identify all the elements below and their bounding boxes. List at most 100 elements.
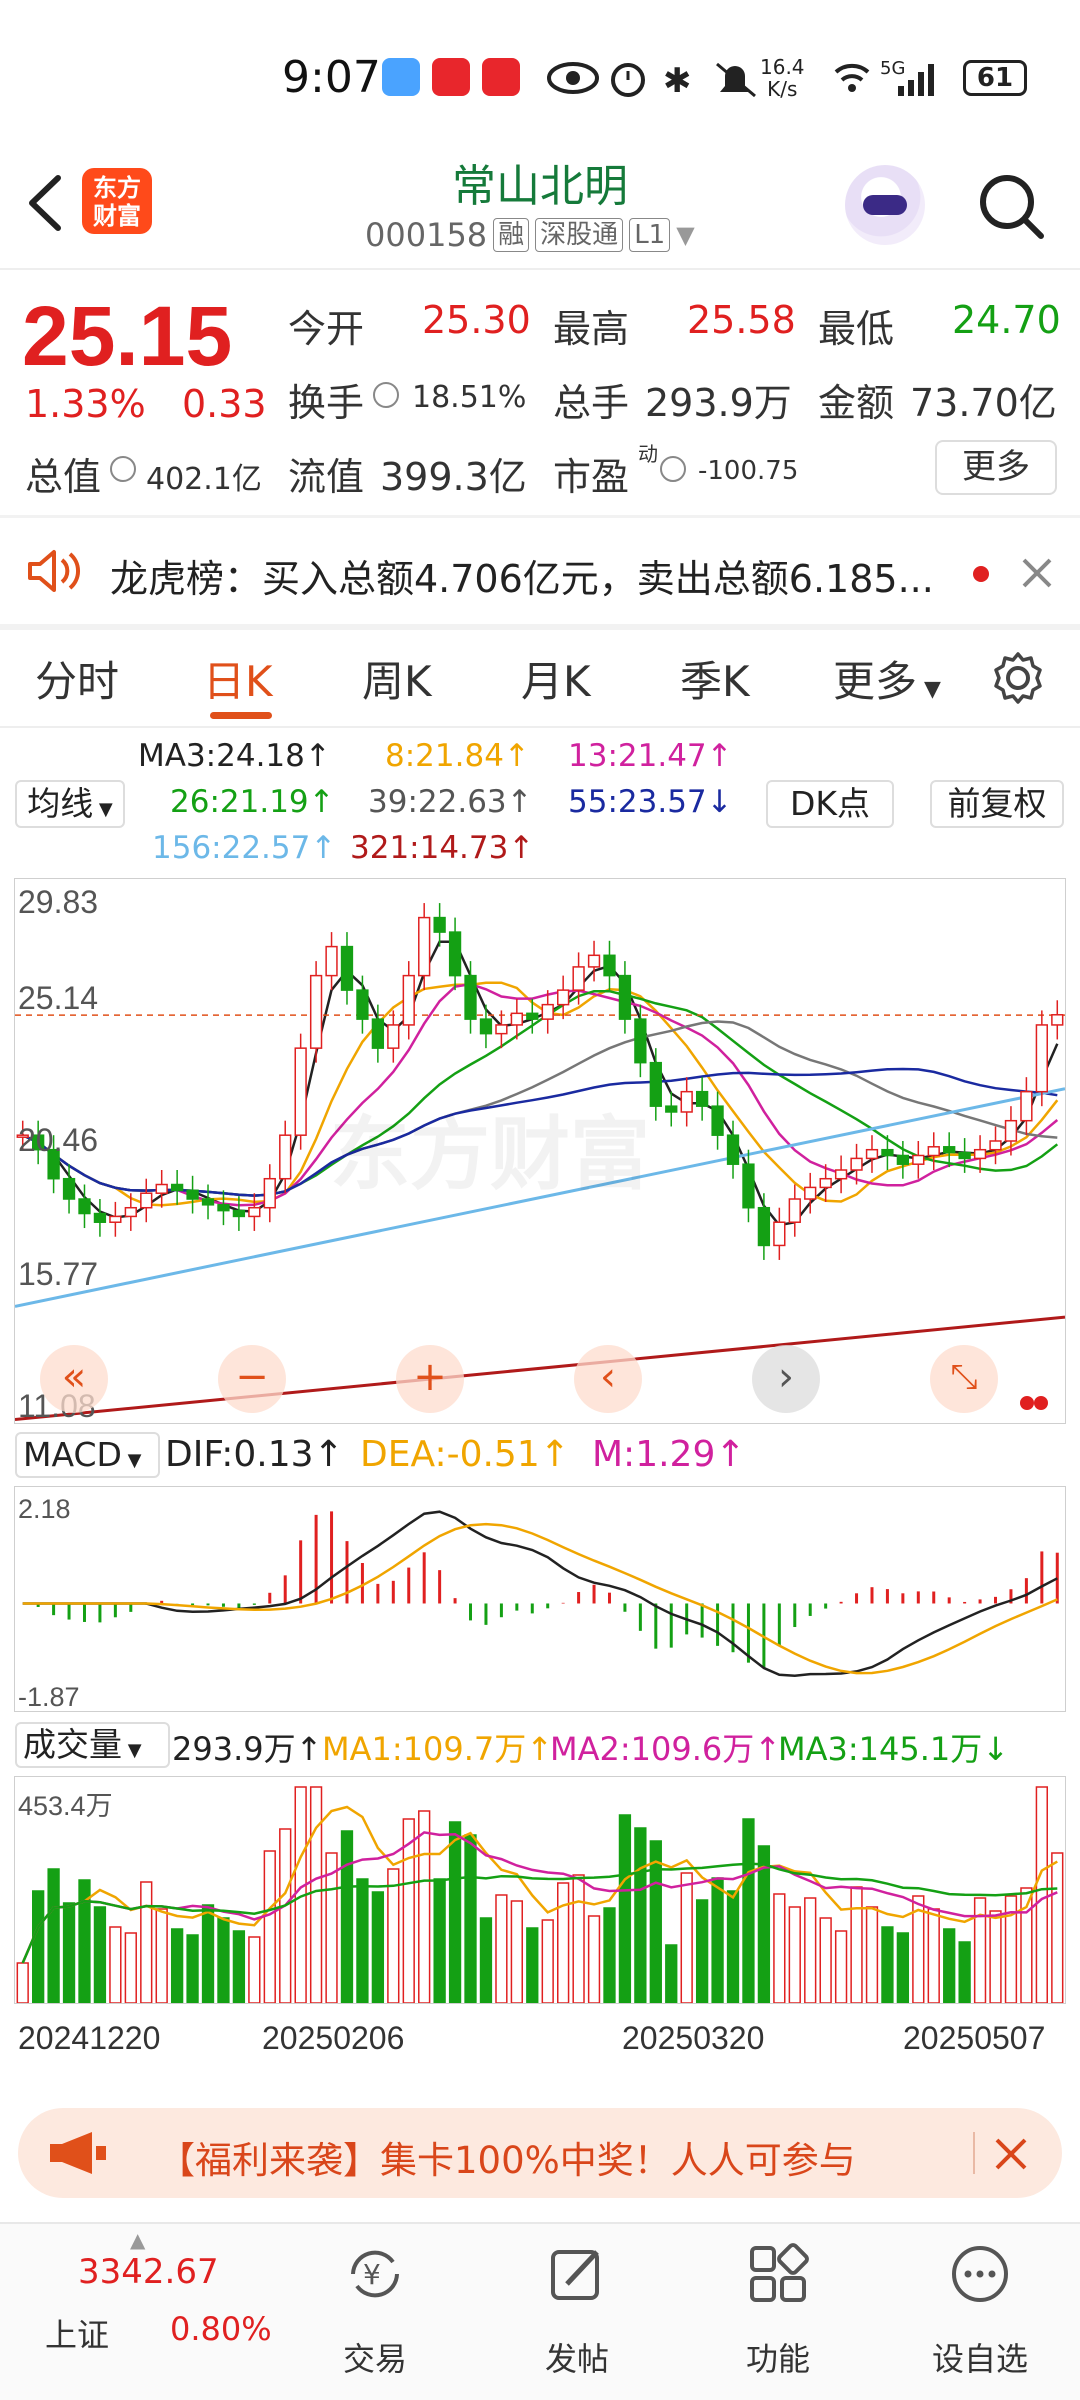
ticker-bar[interactable]: 龙虎榜：买入总额4.706亿元，卖出总额6.185...	[0, 518, 1080, 624]
gear-icon[interactable]	[990, 650, 1046, 706]
candle-body	[495, 1024, 508, 1035]
candle-body	[140, 1192, 153, 1209]
index-value[interactable]: 3342.67	[78, 2252, 219, 2292]
scroll-left-button[interactable]: ‹	[574, 1345, 642, 1413]
volume-bar	[371, 1891, 385, 2003]
candle-body	[881, 1148, 894, 1157]
volume-bar	[649, 1840, 662, 2003]
volume-bar	[16, 1962, 29, 2003]
speaker-icon	[28, 550, 81, 592]
stock-code: 000158	[365, 216, 488, 254]
volume-bar	[665, 1944, 678, 2003]
app-notification-icon-2	[482, 58, 520, 96]
nav-trade-label: 交易	[342, 2340, 407, 2378]
tab-more[interactable]: 更多 ▼	[833, 648, 941, 709]
assistant-robot-icon[interactable]	[845, 165, 925, 245]
volume-bar	[742, 1818, 755, 2003]
tag-connect: 深股通	[535, 218, 624, 252]
volume-bar	[495, 1894, 508, 2003]
close-icon[interactable]	[1020, 556, 1054, 590]
x-date: 20250507	[903, 2020, 1046, 2056]
trade-icon: ¥	[351, 2250, 399, 2298]
volume-bar	[263, 1850, 276, 2003]
macd-selector[interactable]: MACD ▼	[15, 1432, 160, 1478]
scroll-right-button[interactable]: ›	[752, 1345, 820, 1413]
candle-body	[618, 974, 632, 1020]
adjust-button[interactable]: 前复权	[930, 780, 1064, 828]
low-label: 最低	[818, 307, 895, 351]
candle-body	[943, 1146, 956, 1154]
candle-body	[186, 1189, 199, 1200]
turnover-label: 换手	[288, 381, 365, 425]
grid-icon	[750, 2243, 809, 2302]
candle-body	[170, 1183, 184, 1192]
fullscreen-icon[interactable]: ⤡	[930, 1345, 998, 1413]
watermark: 东方财富	[330, 1108, 650, 1201]
candle-body	[804, 1186, 817, 1200]
candle-body	[757, 1206, 771, 1247]
info-icon[interactable]	[660, 456, 686, 482]
zoom-in-button[interactable]: +	[396, 1345, 464, 1413]
volume-bar	[680, 1872, 693, 2003]
volume-bar	[695, 1899, 709, 2003]
tab-weekly[interactable]: 周K	[362, 648, 432, 709]
volume-ma2: MA2:109.6万↑	[550, 1730, 782, 1768]
app-notification-icon	[432, 58, 470, 96]
search-icon[interactable]	[975, 170, 1047, 242]
high-value: 25.58	[687, 298, 796, 342]
battery-icon: 61	[963, 60, 1027, 96]
volume-bar	[1051, 1852, 1064, 2003]
volume-bar	[865, 1906, 879, 2003]
candle-body	[402, 974, 415, 1026]
volume-value: 293.9万	[645, 381, 792, 425]
candle-body	[742, 1163, 755, 1209]
tab-quarterly[interactable]: 季K	[680, 648, 750, 709]
volume-value: 293.9万↑	[172, 1730, 323, 1768]
volume-bar	[834, 1930, 848, 2003]
candle-body	[464, 974, 477, 1020]
megaphone-icon	[50, 2132, 106, 2174]
volume-selector[interactable]: 成交量 ▼	[15, 1722, 170, 1768]
zoom-out-button[interactable]: −	[218, 1345, 286, 1413]
volume-bar	[155, 1908, 168, 2003]
candle-body	[387, 1024, 400, 1049]
index-change[interactable]: 0.80%	[170, 2310, 272, 2348]
volume-bar	[958, 1941, 971, 2003]
info-icon[interactable]	[373, 382, 399, 408]
candle-body	[1004, 1119, 1018, 1142]
volume-bar	[881, 1926, 894, 2003]
status-bar: 9:07 ✱ 16.4 K/s 5G 61	[0, 0, 1080, 150]
close-icon[interactable]	[993, 2136, 1029, 2172]
more-button[interactable]: 更多	[935, 440, 1057, 495]
scroll-left-fast-button[interactable]: «	[40, 1345, 108, 1413]
ma-selector[interactable]: 均线 ▼	[15, 780, 125, 828]
pe-value: -100.75	[698, 456, 799, 486]
svg-text:¥: ¥	[363, 2258, 381, 2291]
banner-text: 【福利来袭】集卡100%中奖！人人可参与	[158, 2139, 856, 2182]
candle-body	[557, 989, 570, 1006]
candle-body	[541, 1003, 554, 1020]
info-icon[interactable]	[110, 456, 136, 482]
unread-dot	[973, 566, 989, 582]
volume-bar	[804, 1897, 817, 2003]
volume-chart[interactable]	[15, 1777, 1065, 2003]
volume-bar	[232, 1930, 246, 2003]
tab-intraday[interactable]: 分时	[35, 648, 119, 709]
volume-bar	[510, 1900, 523, 2003]
candle-body	[834, 1169, 848, 1180]
macd-chart[interactable]	[15, 1487, 1065, 1711]
stock-code-row[interactable]: 000158 融 深股通 L1 ▼	[365, 216, 695, 254]
volume-bar	[279, 1828, 292, 2003]
index-name[interactable]: 上证	[45, 2310, 109, 2356]
candle-body	[279, 1134, 292, 1180]
mktcap-label: 总值	[25, 455, 102, 499]
tab-monthly[interactable]: 月K	[521, 648, 591, 709]
candle-body	[263, 1177, 276, 1209]
active-tab-indicator	[210, 712, 272, 719]
volume-bar	[943, 1928, 956, 2003]
legend-ma156: 156:22.57↑	[152, 830, 337, 866]
promo-banner[interactable]: 【福利来袭】集卡100%中奖！人人可参与	[18, 2108, 1062, 2198]
volume-bar	[418, 1810, 431, 2003]
dk-point-button[interactable]: DK点	[766, 780, 894, 828]
tab-daily[interactable]: 日K	[203, 648, 273, 709]
